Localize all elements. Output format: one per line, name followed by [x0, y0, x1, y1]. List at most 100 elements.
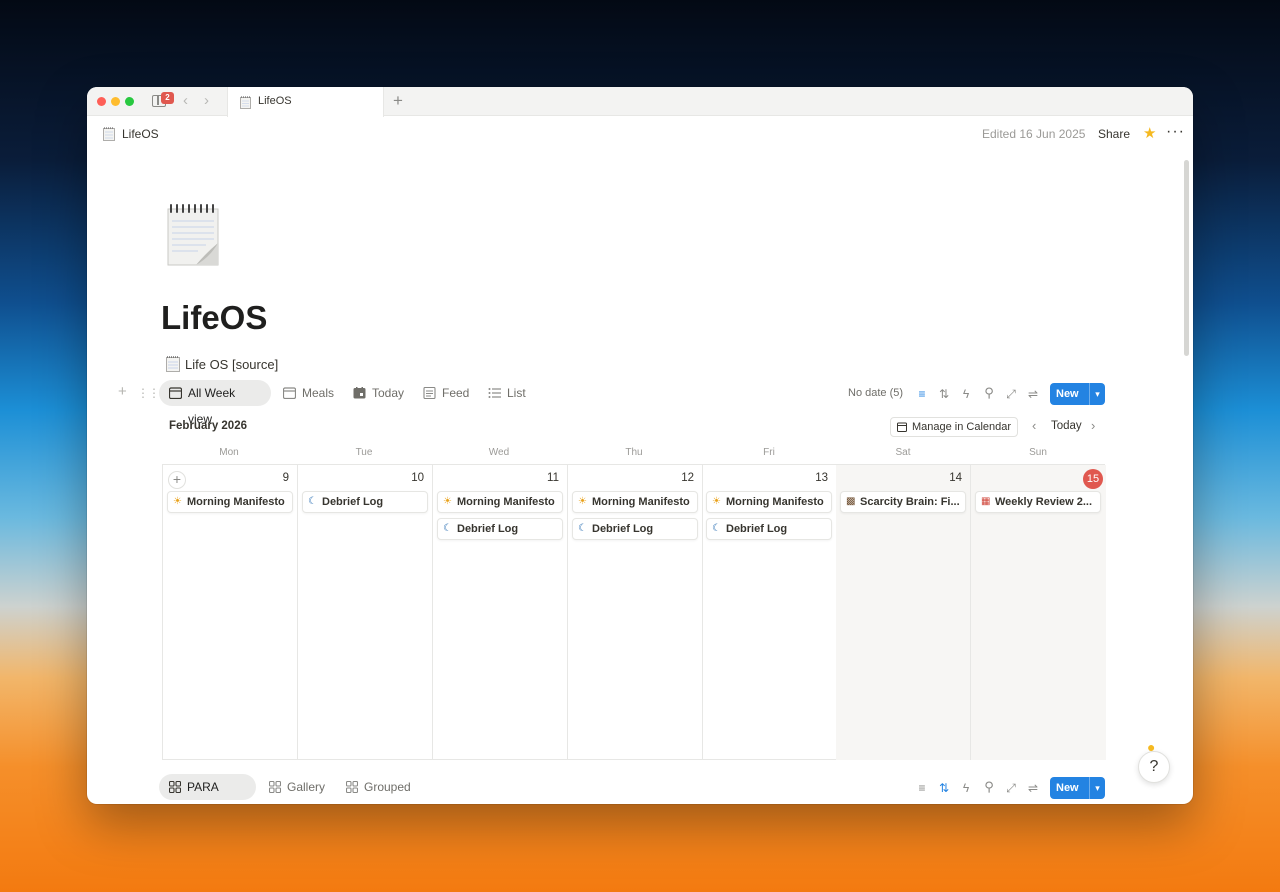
new-tab-button[interactable]: +	[393, 92, 403, 109]
forward-arrow-icon[interactable]: ›	[204, 93, 209, 108]
settings-sliders-icon[interactable]: ⇌	[1025, 386, 1041, 402]
page-topbar: LifeOS Edited 16 Jun 2025 Share ★ ···	[87, 117, 1193, 151]
event-title: Morning Manifesto	[726, 496, 824, 508]
event-title: Morning Manifesto	[457, 496, 555, 508]
drag-handle-icon[interactable]: ⋮⋮	[137, 386, 160, 401]
list-icon	[488, 388, 501, 398]
minimize-window-button[interactable]	[111, 97, 120, 106]
help-button[interactable]: ?	[1138, 751, 1170, 783]
event-title: Morning Manifesto	[592, 496, 690, 508]
calendar-event-card[interactable]: ☀ Morning Manifesto	[167, 491, 293, 513]
add-block-icon[interactable]: +	[118, 384, 127, 399]
day-number: 9	[282, 472, 289, 484]
new-button[interactable]: New ▾	[1050, 777, 1105, 799]
filter-icon[interactable]: ≡	[914, 386, 930, 402]
moon-icon: ☾	[712, 523, 721, 534]
scrollbar[interactable]	[1184, 160, 1189, 356]
view-tab-feed[interactable]: Feed	[413, 380, 475, 406]
calendar-day-cell[interactable]: 13 ☀ Morning Manifesto ☾ Debrief Log	[702, 465, 837, 760]
view-tab-today[interactable]: Today	[343, 380, 415, 406]
weekday-label: Fri	[763, 447, 775, 458]
calendar-icon	[283, 387, 296, 399]
day-number: 13	[815, 472, 828, 484]
app-window: 2 ‹ › LifeOS + LifeOS Edited 16 Jun 2025…	[87, 87, 1193, 804]
calendar-day-cell[interactable]: 12 ☀ Morning Manifesto ☾ Debrief Log	[568, 465, 703, 760]
calendar-event-card[interactable]: ☾ Debrief Log	[572, 518, 698, 540]
view-tab-label: PARA View	[187, 780, 219, 794]
favorite-star-icon[interactable]: ★	[1143, 124, 1156, 142]
calendar-event-card[interactable]: ☾ Debrief Log	[706, 518, 832, 540]
notepad-icon	[240, 96, 251, 109]
calendar-day-cell[interactable]: 14 ▩ Scarcity Brain: Fi...	[836, 465, 971, 760]
calendar-day-cell[interactable]: 11 ☀ Morning Manifesto ☾ Debrief Log	[433, 465, 568, 760]
calendar-day-cell[interactable]: 10 ☾ Debrief Log	[298, 465, 433, 760]
close-window-button[interactable]	[97, 97, 106, 106]
no-date-button[interactable]: No date (5)	[848, 387, 903, 399]
breadcrumb[interactable]: LifeOS	[122, 127, 159, 141]
duck-icon: ●	[1147, 739, 1156, 755]
view-tab-grouped[interactable]: Grouped View	[336, 774, 441, 800]
expand-icon[interactable]: ⤢	[1003, 386, 1019, 402]
view-tab-label: Grouped View	[364, 780, 411, 794]
manage-in-calendar-button[interactable]: Manage in Calendar	[890, 417, 1019, 437]
notepad-icon	[166, 356, 180, 372]
sort-icon[interactable]: ⇅	[936, 386, 952, 402]
book-icon: ▩	[846, 496, 856, 507]
next-week-icon[interactable]: ›	[1091, 418, 1095, 433]
weekday-label: Tue	[355, 447, 373, 458]
more-options-icon[interactable]: ···	[1166, 123, 1185, 141]
back-arrow-icon[interactable]: ‹	[183, 93, 188, 108]
sun-icon: ☀	[578, 496, 587, 507]
page-title[interactable]: LifeOS	[161, 299, 267, 337]
view-tab-meals[interactable]: Meals	[273, 380, 341, 406]
search-icon[interactable]: ⚲	[981, 385, 997, 401]
sun-icon: ☀	[712, 496, 721, 507]
calendar-day-cell[interactable]: + 9 ☀ Morning Manifesto	[163, 465, 298, 760]
calendar-event-card[interactable]: ☀ Morning Manifesto	[706, 491, 832, 513]
view-tab-list[interactable]: List	[478, 380, 534, 406]
view-tab-para[interactable]: PARA View	[159, 774, 256, 800]
previous-week-icon[interactable]: ‹	[1032, 418, 1036, 433]
tab-lifeos[interactable]: LifeOS	[227, 87, 384, 117]
calendar-event-card[interactable]: ☀ Morning Manifesto	[572, 491, 698, 513]
calendar-icon: ▦	[981, 496, 991, 507]
calendar-filled-icon	[353, 387, 366, 399]
notification-badge: 2	[161, 92, 174, 104]
notepad-icon[interactable]	[166, 203, 222, 267]
database-title[interactable]: Life OS [source]	[185, 357, 278, 372]
sort-icon[interactable]: ⇅	[936, 780, 952, 796]
notepad-icon	[103, 127, 115, 141]
grid-icon	[169, 781, 181, 793]
calendar-event-card[interactable]: ☀ Morning Manifesto	[437, 491, 563, 513]
event-title: Debrief Log	[457, 523, 519, 535]
calendar-event-card[interactable]: ☾ Debrief Log	[437, 518, 563, 540]
search-icon[interactable]: ⚲	[981, 779, 997, 795]
chevron-down-icon[interactable]: ▾	[1089, 383, 1105, 405]
maximize-window-button[interactable]	[125, 97, 134, 106]
calendar-event-card[interactable]: ▦ Weekly Review 2...	[975, 491, 1101, 513]
event-title: Weekly Review 2...	[995, 496, 1093, 508]
grid-icon	[269, 781, 281, 793]
calendar-day-cell[interactable]: 15 ▦ Weekly Review 2...	[971, 465, 1106, 760]
calendar-event-card[interactable]: ▩ Scarcity Brain: Fi...	[840, 491, 966, 513]
event-title: Debrief Log	[726, 523, 788, 535]
share-button[interactable]: Share	[1098, 127, 1130, 141]
expand-icon[interactable]: ⤢	[1003, 780, 1019, 796]
add-event-button[interactable]: +	[168, 471, 186, 489]
filter-icon[interactable]: ≡	[914, 780, 930, 796]
calendar-month: February 2026	[169, 420, 247, 432]
today-button[interactable]: Today	[1051, 420, 1082, 432]
day-number: 12	[681, 472, 694, 484]
automation-lightning-icon[interactable]: ϟ	[958, 780, 974, 796]
calendar-event-card[interactable]: ☾ Debrief Log	[302, 491, 428, 513]
tab-bar: 2 ‹ › LifeOS +	[87, 87, 1193, 117]
settings-sliders-icon[interactable]: ⇌	[1025, 780, 1041, 796]
tab-title: LifeOS	[258, 95, 292, 107]
automation-lightning-icon[interactable]: ϟ	[958, 386, 974, 402]
view-tab-gallery[interactable]: Gallery	[259, 774, 329, 800]
sun-icon: ☀	[173, 496, 182, 507]
chevron-down-icon[interactable]: ▾	[1089, 777, 1105, 799]
today-day-badge: 15	[1083, 469, 1103, 489]
new-button[interactable]: New ▾	[1050, 383, 1105, 405]
view-tab-all-week[interactable]: All Week view	[159, 380, 271, 426]
